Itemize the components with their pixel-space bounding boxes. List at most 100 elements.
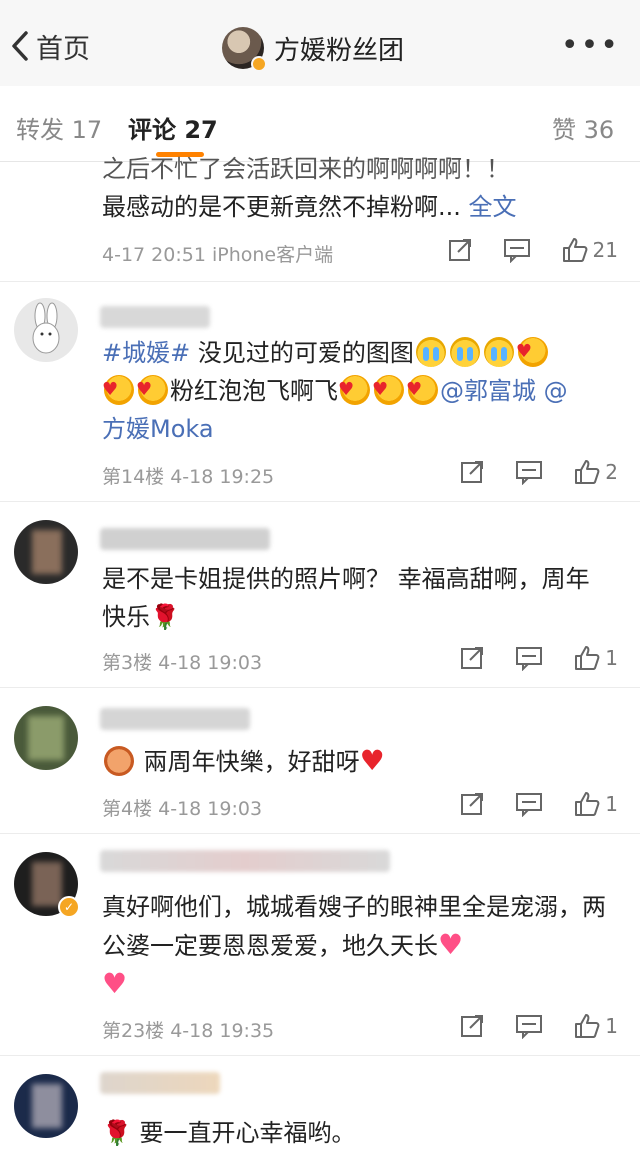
back-label: 首页: [36, 33, 90, 65]
share-button[interactable]: [459, 1013, 485, 1039]
comment-button[interactable]: [503, 237, 531, 263]
share-button[interactable]: [447, 237, 473, 263]
like-count: 1: [605, 1014, 618, 1038]
thumbs-up-icon: [575, 792, 600, 816]
like-count: 1: [605, 792, 618, 816]
avatar-blur: [28, 716, 64, 760]
comment-text-span: 粉红泡泡飞啊飞: [170, 377, 338, 405]
comment-button[interactable]: [515, 1013, 543, 1039]
comment-text: #城媛# 没见过的可爱的图图 粉红泡泡飞啊飞 @郭富城 @ 方媛Moka: [102, 333, 612, 448]
avatar[interactable]: [14, 1074, 78, 1138]
crying-emoji-icon: [415, 337, 446, 367]
like-button[interactable]: 21: [561, 236, 618, 264]
comment-text-span: 没见过的可爱的图图: [190, 339, 414, 367]
heart-face-emoji-icon: [516, 333, 548, 371]
avatar[interactable]: [14, 298, 78, 362]
avatar-blur: [32, 1084, 62, 1128]
comment-item: ✓ 真好啊他们，城城看嫂子的眼神里全是宠溺，两公婆一定要恩恩爱爱，地久天长♥ ♥ …: [0, 834, 640, 1056]
like-count: 2: [605, 460, 618, 484]
comment-item: 是不是卡姐提供的照片啊？ 幸福高甜啊，周年快乐🌹 第3楼 4-18 19:03 …: [0, 502, 640, 688]
comment-text: 真好啊他们，城城看嫂子的眼神里全是宠溺，两公婆一定要恩恩爱爱，地久天长♥ ♥: [102, 888, 612, 1004]
comment-item: #城媛# 没见过的可爱的图图 粉红泡泡飞啊飞 @郭富城 @ 方媛Moka 第14楼…: [0, 282, 640, 502]
like-count: 1: [605, 646, 618, 670]
comment-item: 之后不忙了会活跃回来的啊啊啊啊！！ 最感动的是不更新竟然不掉粉啊... 全文 4…: [0, 155, 640, 282]
topic-link[interactable]: #城媛#: [102, 339, 190, 367]
share-button[interactable]: [459, 459, 485, 485]
avatar-blur: [32, 530, 62, 574]
group-avatar: [222, 27, 267, 72]
comment-button[interactable]: [515, 459, 543, 485]
share-icon: [461, 793, 484, 815]
heart-face-emoji-icon: [136, 371, 168, 409]
verified-badge-icon: ✓: [58, 896, 80, 918]
heart-face-emoji-icon: [372, 371, 404, 409]
back-button[interactable]: 首页: [10, 24, 90, 68]
comment-icon: [516, 1015, 543, 1039]
share-button[interactable]: [459, 645, 485, 671]
share-icon: [461, 647, 484, 669]
thumbs-up-icon: [562, 238, 587, 262]
avatar[interactable]: [14, 706, 78, 770]
page-title: 方媛粉丝团: [274, 35, 405, 66]
comment-meta: 4-17 20:51 iPhone客户端: [102, 244, 334, 266]
thumbs-up-icon: [575, 1014, 600, 1038]
crying-emoji-icon: [449, 337, 480, 367]
rose-emoji-icon: 🌹: [102, 1119, 132, 1147]
comment-text: 兩周年快樂，好甜呀♥: [102, 742, 612, 781]
share-button[interactable]: [459, 791, 485, 817]
share-icon: [448, 239, 471, 261]
heart-face-emoji-icon: [338, 371, 370, 409]
monkey-emoji-icon: [104, 746, 134, 776]
crying-emoji-icon: [483, 337, 514, 367]
like-button[interactable]: 2: [573, 458, 618, 486]
like-button[interactable]: 1: [573, 644, 618, 672]
username-blurred[interactable]: [100, 850, 390, 872]
like-button[interactable]: 1: [573, 1012, 618, 1040]
like-count: 21: [592, 238, 618, 262]
comment-text: 🌹 要一直开心幸福哟。: [102, 1114, 612, 1152]
tab-reposts[interactable]: 转发 17: [16, 110, 102, 145]
comment-item: 🌹 要一直开心幸福哟。: [0, 1056, 640, 1161]
username-blurred[interactable]: [100, 708, 250, 730]
thumbs-up-icon: [575, 646, 600, 670]
rose-emoji-icon: 🌹: [150, 603, 180, 631]
avatar-blur: [32, 862, 62, 906]
username-blurred[interactable]: [100, 1072, 220, 1094]
top-navigation-bar: 首页 方媛粉丝团 •••: [0, 0, 640, 86]
red-heart-emoji-icon: ♥: [359, 744, 385, 777]
comment-text-span: 要一直开心幸福哟。: [131, 1119, 356, 1147]
thumbs-up-icon: [575, 460, 600, 484]
comment-text-line: 之后不忙了会活跃回来的啊啊啊啊！！: [102, 155, 510, 183]
like-button[interactable]: 1: [573, 790, 618, 818]
comment-icon: [516, 647, 543, 671]
pink-heart-emoji-icon: ♥: [438, 928, 464, 961]
full-text-link[interactable]: 全文: [469, 193, 517, 221]
comment-icon: [516, 793, 543, 817]
avatar[interactable]: [14, 520, 78, 584]
comment-button[interactable]: [515, 645, 543, 671]
comment-meta: 第14楼 4-18 19:25: [102, 466, 275, 488]
comment-icon: [503, 239, 530, 263]
username-blurred[interactable]: [100, 528, 270, 550]
verified-badge-icon: [251, 56, 267, 72]
comment-text: 是不是卡姐提供的照片啊？ 幸福高甜啊，周年快乐🌹: [102, 560, 612, 636]
comment-meta: 第3楼 4-18 19:03: [102, 652, 263, 674]
username-blurred[interactable]: [100, 306, 210, 328]
mention-link[interactable]: @郭富城: [440, 377, 536, 405]
comment-button[interactable]: [515, 791, 543, 817]
mention-link[interactable]: 方媛Moka: [102, 415, 214, 443]
comment-item: 兩周年快樂，好甜呀♥ 第4楼 4-18 19:03 1: [0, 688, 640, 834]
heart-face-emoji-icon: [102, 371, 134, 409]
group-title[interactable]: 方媛粉丝团: [222, 26, 405, 72]
comment-text-line: 最感动的是不更新竟然不掉粉啊...: [102, 193, 469, 221]
tab-likes[interactable]: 赞 36: [552, 110, 614, 145]
pink-heart-emoji-icon: ♥: [102, 967, 128, 1000]
comment-meta: 第4楼 4-18 19:03: [102, 798, 263, 820]
rabbit-avatar-icon: [32, 302, 60, 354]
tab-comments[interactable]: 评论 27: [128, 110, 218, 145]
mention-link[interactable]: @: [536, 377, 568, 405]
more-dots-icon[interactable]: •••: [561, 28, 620, 63]
share-icon: [461, 461, 484, 483]
heart-face-emoji-icon: [406, 371, 438, 409]
comment-text-span: 真好啊他们，城城看嫂子的眼神里全是宠溺，两公婆一定要恩恩爱爱，地久天长: [102, 893, 606, 960]
